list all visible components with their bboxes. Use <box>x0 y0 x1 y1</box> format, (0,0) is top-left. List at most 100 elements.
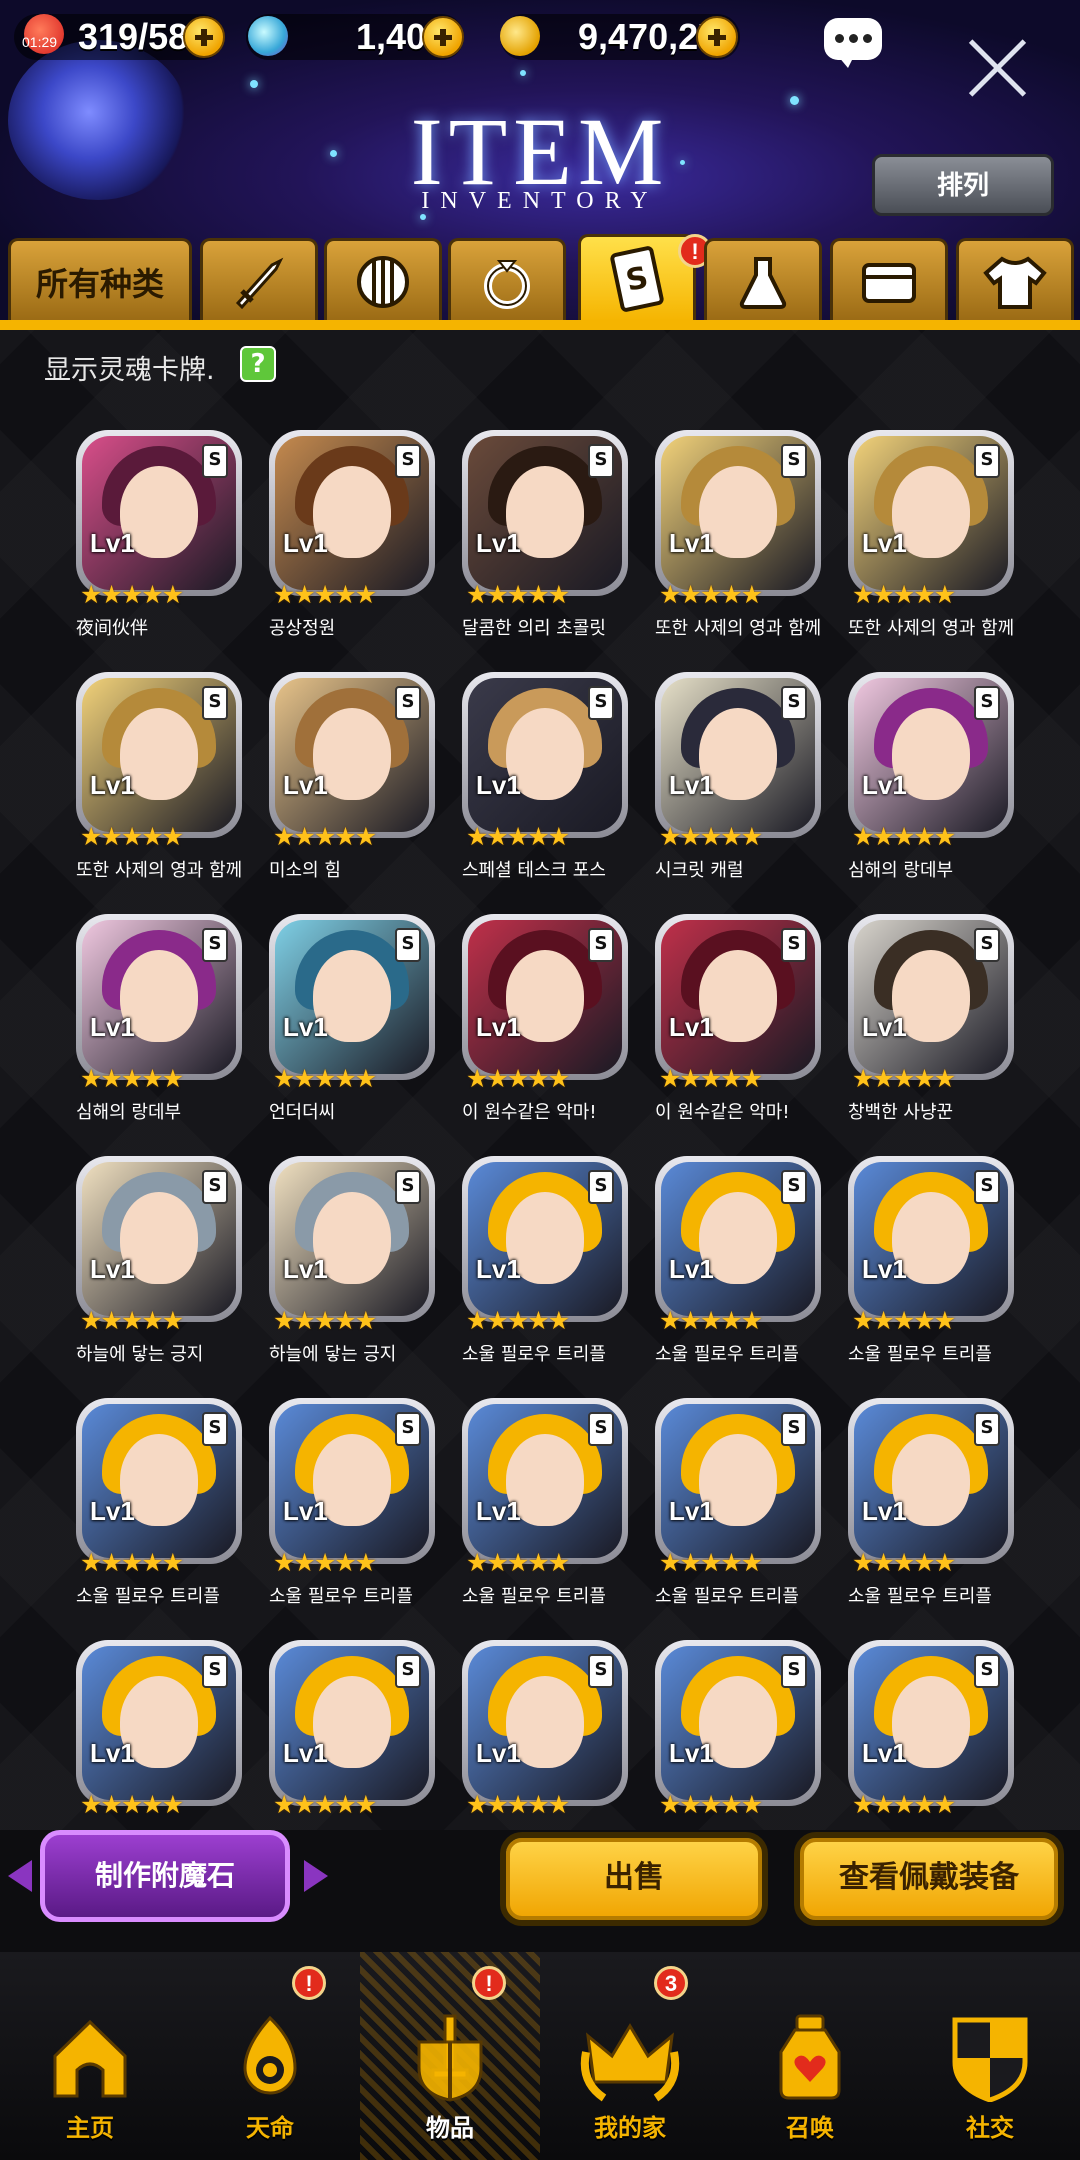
soul-card-item[interactable]: S Lv1 ★★★★★ 소울 필로우 트리플 <box>269 1398 444 1620</box>
nav-item[interactable]: ! 物品 <box>360 1952 540 2160</box>
nav-home-label: 主页 <box>66 2114 114 2142</box>
soul-card-item[interactable]: S Lv1 ★★★★★ 소울 필로우 트리플 <box>462 1156 637 1378</box>
card-level: Lv1 <box>283 1496 328 1526</box>
soul-card-badge: S <box>588 1412 614 1446</box>
ticket-icon <box>862 262 916 303</box>
soul-card-badge: S <box>588 1170 614 1204</box>
soul-card-item[interactable]: S Lv1 ★★★★★ <box>76 1640 251 1830</box>
nav-summon[interactable]: 召唤 <box>720 1952 900 2160</box>
arrow-right-icon <box>304 1860 328 1892</box>
soul-card-item[interactable]: S Lv1 ★★★★★ 또한 사제의 영과 함께 <box>655 430 830 652</box>
card-name: 소울 필로우 트리플 <box>462 1586 606 1607</box>
soul-card-item[interactable]: S Lv1 ★★★★★ <box>269 1640 444 1830</box>
soul-card-item[interactable]: S Lv1 ★★★★★ 공상정원 <box>269 430 444 652</box>
card-level: Lv1 <box>476 1012 521 1042</box>
soul-card-item[interactable]: S Lv1 ★★★★★ 심해의 랑데부 <box>848 672 1023 894</box>
nav-item-alert-badge: ! <box>472 1966 506 2000</box>
card-frame: S Lv1 <box>462 672 628 838</box>
star-rating-icon: ★★★★★ <box>852 822 956 851</box>
star-rating-icon: ★★★★★ <box>852 1548 956 1577</box>
add-stamina-button[interactable] <box>183 16 225 58</box>
card-name: 소울 필로우 트리플 <box>462 1344 606 1365</box>
soul-card-item[interactable]: S Lv1 ★★★★★ 언더더씨 <box>269 914 444 1136</box>
star-rating-icon: ★★★★★ <box>80 1790 184 1819</box>
soul-card-item[interactable]: S Lv1 ★★★★★ 소울 필로우 트리플 <box>655 1398 830 1620</box>
soul-card-item[interactable]: S Lv1 ★★★★★ 달콤한 의리 초콜릿 <box>462 430 637 652</box>
tab-potion[interactable] <box>704 238 822 322</box>
card-portrait: S Lv1 <box>82 678 236 832</box>
card-level: Lv1 <box>862 1254 907 1284</box>
soul-card-item[interactable]: S Lv1 ★★★★★ 소울 필로우 트리플 <box>655 1156 830 1378</box>
soul-card-item[interactable]: S Lv1 ★★★★★ <box>655 1640 830 1830</box>
card-frame: S Lv1 <box>655 672 821 838</box>
home-icon <box>53 2019 127 2098</box>
soul-card-item[interactable]: S Lv1 ★★★★★ 시크릿 캐럴 <box>655 672 830 894</box>
add-gems-button[interactable] <box>422 16 464 58</box>
sort-button[interactable]: 排列 <box>872 154 1054 216</box>
card-icon: S <box>610 245 664 312</box>
card-level: Lv1 <box>862 528 907 558</box>
soul-card-badge: S <box>202 686 228 720</box>
card-level: Lv1 <box>90 1738 135 1768</box>
card-frame: S Lv1 <box>269 914 435 1080</box>
soul-card-item[interactable]: S Lv1 ★★★★★ 하늘에 닿는 긍지 <box>269 1156 444 1378</box>
nav-social[interactable]: 社交 <box>900 1952 1080 2160</box>
tab-all[interactable]: 所有种类 <box>8 238 192 322</box>
soul-card-item[interactable]: S Lv1 ★★★★★ 이 원수같은 악마! <box>462 914 637 1136</box>
soul-card-item[interactable]: S Lv1 ★★★★★ 스페셜 테스크 포스 <box>462 672 637 894</box>
soul-card-item[interactable]: S Lv1 ★★★★★ 하늘에 닿는 긍지 <box>76 1156 251 1378</box>
soul-card-item[interactable]: S Lv1 ★★★★★ 또한 사제의 영과 함께 <box>76 672 251 894</box>
card-name: 이 원수같은 악마! <box>655 1102 790 1123</box>
soul-card-badge: S <box>202 444 228 478</box>
soul-card-item[interactable]: S Lv1 ★★★★★ 이 원수같은 악마! <box>655 914 830 1136</box>
card-name: 시크릿 캐럴 <box>655 860 744 881</box>
soul-card-item[interactable]: S Lv1 ★★★★★ 소울 필로우 트리플 <box>848 1156 1023 1378</box>
nav-my-home[interactable]: 3 我的家 <box>540 1952 720 2160</box>
tab-accessory[interactable] <box>448 238 566 322</box>
soul-card-item[interactable]: S Lv1 ★★★★★ 소울 필로우 트리플 <box>462 1398 637 1620</box>
card-portrait: S Lv1 <box>661 678 815 832</box>
soul-card-item[interactable]: S Lv1 ★★★★★ 창백한 사냥꾼 <box>848 914 1023 1136</box>
soul-card-item[interactable]: S Lv1 ★★★★★ 소울 필로우 트리플 <box>848 1398 1023 1620</box>
tab-weapon[interactable] <box>200 238 318 322</box>
soul-card-item[interactable]: S Lv1 ★★★★★ 夜间伙伴 <box>76 430 251 652</box>
soul-card-item[interactable]: S Lv1 ★★★★★ 또한 사제의 영과 함께 <box>848 430 1023 652</box>
chat-icon[interactable] <box>824 18 882 68</box>
nav-home[interactable]: 主页 <box>0 1952 180 2160</box>
soul-card-item[interactable]: S Lv1 ★★★★★ 소울 필로우 트리플 <box>76 1398 251 1620</box>
star-rating-icon: ★★★★★ <box>659 1548 763 1577</box>
card-level: Lv1 <box>90 1254 135 1284</box>
card-level: Lv1 <box>283 1012 328 1042</box>
card-level: Lv1 <box>669 1254 714 1284</box>
card-frame: S Lv1 <box>655 1156 821 1322</box>
add-gold-button[interactable] <box>696 16 738 58</box>
card-frame: S Lv1 <box>76 1640 242 1806</box>
card-level: Lv1 <box>669 528 714 558</box>
soul-card-item[interactable]: S Lv1 ★★★★★ 심해의 랑데부 <box>76 914 251 1136</box>
tab-ticket[interactable] <box>830 238 948 322</box>
card-name: 이 원수같은 악마! <box>462 1102 597 1123</box>
card-portrait: S Lv1 <box>854 920 1008 1074</box>
tab-costume[interactable] <box>956 238 1074 322</box>
soul-card-item[interactable]: S Lv1 ★★★★★ 미소의 힘 <box>269 672 444 894</box>
soul-card-badge: S <box>781 1654 807 1688</box>
nav-fate[interactable]: ! 天命 <box>180 1952 360 2160</box>
card-name: 심해의 랑데부 <box>848 860 954 881</box>
nav-social-label: 社交 <box>966 2114 1014 2142</box>
soul-card-badge: S <box>781 686 807 720</box>
tab-all-label: 所有种类 <box>35 265 164 303</box>
soul-card-item[interactable]: S Lv1 ★★★★★ <box>462 1640 637 1830</box>
help-icon[interactable]: ? <box>240 346 276 382</box>
shirt-icon <box>983 256 1047 309</box>
make-enchant-stone-button[interactable]: 制作附魔石 <box>40 1830 290 1922</box>
soul-card-item[interactable]: S Lv1 ★★★★★ <box>848 1640 1023 1830</box>
card-frame: S Lv1 <box>848 430 1014 596</box>
close-icon[interactable] <box>965 36 1029 100</box>
sparkle <box>520 70 526 76</box>
sell-button[interactable]: 出售 <box>500 1832 768 1926</box>
tab-armor[interactable] <box>324 238 442 322</box>
card-level: Lv1 <box>283 528 328 558</box>
view-equipped-button[interactable]: 查看佩戴装备 <box>794 1832 1064 1926</box>
card-level: Lv1 <box>90 770 135 800</box>
card-level: Lv1 <box>90 528 135 558</box>
